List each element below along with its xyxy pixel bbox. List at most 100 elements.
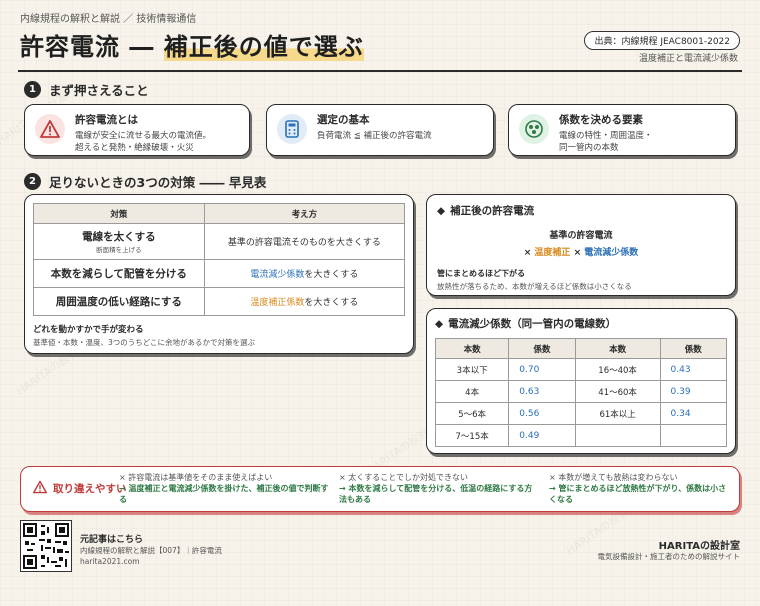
approach-cell: 基準の許容電流そのものを大きくする bbox=[203, 223, 406, 260]
mistake-right: → 管にまとめるほど放熱性が下がり、係数は小さくなる bbox=[549, 484, 727, 505]
table-header: 考え方 bbox=[203, 203, 406, 224]
reduction-factor-panel: ◆ 電流減少係数（同一管内の電線数） 本数 係数 本数 係数 3本以下 0.70… bbox=[426, 308, 736, 454]
measure-label: 本数を減らして配管を分ける bbox=[33, 259, 205, 288]
approach-highlight: 温度補正係数 bbox=[250, 298, 305, 308]
brand-name: HARITAの設計室 bbox=[658, 541, 740, 552]
warning-icon bbox=[35, 114, 65, 144]
key-card-body: 超えると発熱・絶縁破壊・火災 bbox=[75, 143, 194, 154]
table-header: 対策 bbox=[33, 203, 205, 224]
wire-count bbox=[574, 424, 661, 447]
factor-value: 0.49 bbox=[508, 424, 576, 447]
brand-tagline: 電気設備設計・施工者のための解説サイト bbox=[597, 552, 741, 561]
key-card-title: 許容電流とは bbox=[75, 114, 138, 126]
diamond-icon: ◆ bbox=[437, 204, 446, 217]
key-card-factors: 係数を決める要素 電線の特性・周囲温度・ 同一管内の本数 bbox=[508, 104, 736, 156]
multiply-sign: × bbox=[573, 248, 582, 258]
table-row: 周囲温度の低い経路にする 温度補正係数を大きくする bbox=[33, 287, 406, 316]
section2-number: 2 bbox=[24, 173, 41, 190]
approach-cell: 温度補正係数を大きくする bbox=[203, 287, 406, 316]
common-mistakes-box: 取り違えやすい × 許容電流は基準値をそのまま使えばよい → 温度補正と電流減少… bbox=[20, 466, 740, 512]
approach-highlight: 電流減少係数 bbox=[250, 270, 305, 280]
corrected-note-body: 放熱性が落ちるため、本数が増えるほど係数は小さくなる bbox=[437, 282, 632, 291]
key-card-body: 負荷電流 ≦ 補正後の許容電流 bbox=[317, 131, 432, 141]
key-card-body: 同一管内の本数 bbox=[559, 143, 619, 154]
table-row: 3本以下 0.70 16〜40本 0.43 bbox=[434, 358, 728, 381]
formula-line1: 基準の許容電流 bbox=[549, 231, 613, 241]
section1-heading: 1 まず押さえること bbox=[24, 80, 149, 99]
approach-cell: 電流減少係数を大きくする bbox=[203, 259, 406, 288]
wire-count: 5〜6本 bbox=[434, 402, 510, 425]
mistake-wrong: × 本数が増えても放熱は変わらない bbox=[549, 473, 678, 482]
wire-count: 3本以下 bbox=[434, 358, 510, 381]
measures-table: 対策 考え方 電線を太くする 断面積を上げる 基準の許容電流そのものを大きくする… bbox=[33, 203, 406, 316]
mistake-item: × 本数が増えても放熱は変わらない → 管にまとめるほど放熱性が下がり、係数は小… bbox=[549, 472, 733, 506]
mistake-right: → 本数を減らして配管を分ける、低温の経路にする方法もある bbox=[339, 484, 533, 505]
page-title: 許容電流 ― 補正後の値で選ぶ bbox=[20, 27, 364, 62]
table-row: 7〜15本 0.49 bbox=[434, 424, 728, 447]
table-header: 係数 bbox=[659, 338, 728, 359]
mistake-wrong: × 太くすることでしか対処できない bbox=[339, 473, 469, 482]
measure-label: 電線を太くする bbox=[82, 231, 156, 243]
cable-icon bbox=[519, 114, 549, 144]
multiply-sign: × bbox=[523, 248, 532, 258]
measures-note-body: 基準値・本数・温度、3つのうちどこに余地があるかで対策を選ぶ bbox=[33, 338, 256, 347]
section2-title: 足りないときの3つの対策 ―― 早見表 bbox=[49, 175, 267, 190]
qr-code[interactable] bbox=[20, 520, 72, 572]
source-subtitle: 温度補正と電流減少係数 bbox=[638, 54, 738, 64]
table-row: 電線を太くする 断面積を上げる 基準の許容電流そのものを大きくする bbox=[33, 223, 406, 260]
measure-label: 周囲温度の低い経路にする bbox=[33, 287, 205, 316]
footer-title: 元記事はこちら bbox=[80, 535, 144, 545]
factor-value: 0.34 bbox=[659, 402, 728, 425]
table-row: 5〜6本 0.56 61本以上 0.34 bbox=[434, 402, 728, 425]
common-mistakes-label: 取り違えやすい bbox=[33, 480, 127, 497]
source-badge: 出典：内線規程 JEAC8001-2022 bbox=[584, 31, 740, 50]
section1-title: まず押さえること bbox=[49, 83, 149, 98]
factor-value: 0.56 bbox=[508, 402, 576, 425]
title-highlight: 補正後の値で選ぶ bbox=[163, 33, 364, 61]
header-kicker: 内線規程の解釈と解説 ／ 技術情報通信 bbox=[20, 14, 197, 25]
measures-card: 対策 考え方 電線を太くする 断面積を上げる 基準の許容電流そのものを大きくする… bbox=[24, 194, 414, 354]
title-prefix: 許容電流 ― bbox=[20, 33, 164, 61]
footer-article: 内線規程の解釈と解説【007】｜許容電流 bbox=[80, 546, 222, 555]
formula-temperature: 温度補正 bbox=[534, 248, 571, 258]
measures-note-title: どれを動かすかで手が変わる bbox=[33, 325, 144, 335]
corrected-note-title: 管にまとめるほど下がる bbox=[437, 269, 525, 278]
common-mistakes-label-text: 取り違えやすい bbox=[53, 483, 127, 495]
footer-url[interactable]: harita2021.com bbox=[80, 556, 222, 567]
mistake-wrong: × 許容電流は基準値をそのまま使えばよい bbox=[119, 473, 273, 482]
wire-count: 41〜60本 bbox=[574, 380, 661, 403]
section2-heading: 2 足りないときの3つの対策 ―― 早見表 bbox=[24, 172, 266, 191]
corrected-panel-title-text: 補正後の許容電流 bbox=[450, 205, 535, 217]
corrected-current-panel: ◆ 補正後の許容電流 基準の許容電流 × 温度補正 × 電流減少係数 管にまとめ… bbox=[426, 194, 736, 296]
factor-value: 0.39 bbox=[659, 380, 728, 403]
approach-text: を大きくする bbox=[304, 270, 359, 280]
wire-count: 61本以上 bbox=[574, 402, 661, 425]
key-card-selection: 選定の基本 負荷電流 ≦ 補正後の許容電流 bbox=[266, 104, 494, 156]
table-header: 係数 bbox=[508, 338, 576, 359]
table-header: 本数 bbox=[434, 338, 510, 359]
approach-text: を大きくする bbox=[304, 298, 359, 308]
key-card-body: 電線の特性・周囲温度・ bbox=[559, 131, 653, 141]
mistake-right: → 温度補正と電流減少係数を掛けた、補正後の値で判断する bbox=[119, 484, 329, 505]
reduction-panel-title-text: 電流減少係数（同一管内の電線数） bbox=[448, 318, 617, 330]
measure-cell: 電線を太くする 断面積を上げる bbox=[33, 223, 205, 260]
formula-line2: × 温度補正 × 電流減少係数 bbox=[437, 245, 725, 258]
factor-value: 0.43 bbox=[659, 358, 728, 381]
reduction-panel-title: ◆ 電流減少係数（同一管内の電線数） bbox=[435, 316, 727, 331]
wire-count: 7〜15本 bbox=[434, 424, 510, 447]
wire-count: 16〜40本 bbox=[574, 358, 661, 381]
formula-reduction: 電流減少係数 bbox=[584, 248, 639, 258]
factor-value: 0.70 bbox=[508, 358, 576, 381]
footer-link-block[interactable]: 元記事はこちら 内線規程の解釈と解説【007】｜許容電流 harita2021.… bbox=[80, 532, 222, 568]
factor-value: 0.63 bbox=[508, 380, 576, 403]
wire-count: 4本 bbox=[434, 380, 510, 403]
corrected-panel-title: ◆ 補正後の許容電流 bbox=[437, 203, 725, 218]
header-rule bbox=[18, 70, 742, 72]
table-row: 4本 0.63 41〜60本 0.39 bbox=[434, 380, 728, 403]
warning-icon bbox=[33, 480, 47, 497]
diamond-icon: ◆ bbox=[435, 317, 444, 330]
table-row: 本数を減らして配管を分ける 電流減少係数を大きくする bbox=[33, 259, 406, 288]
measure-note: 断面積を上げる bbox=[96, 246, 142, 254]
key-card-allowable-current: 許容電流とは 電線が安全に流せる最大の電流値。 超えると発熱・絶縁破壊・火災 bbox=[24, 104, 250, 156]
reduction-table: 本数 係数 本数 係数 3本以下 0.70 16〜40本 0.43 4本 0.6… bbox=[434, 338, 728, 447]
